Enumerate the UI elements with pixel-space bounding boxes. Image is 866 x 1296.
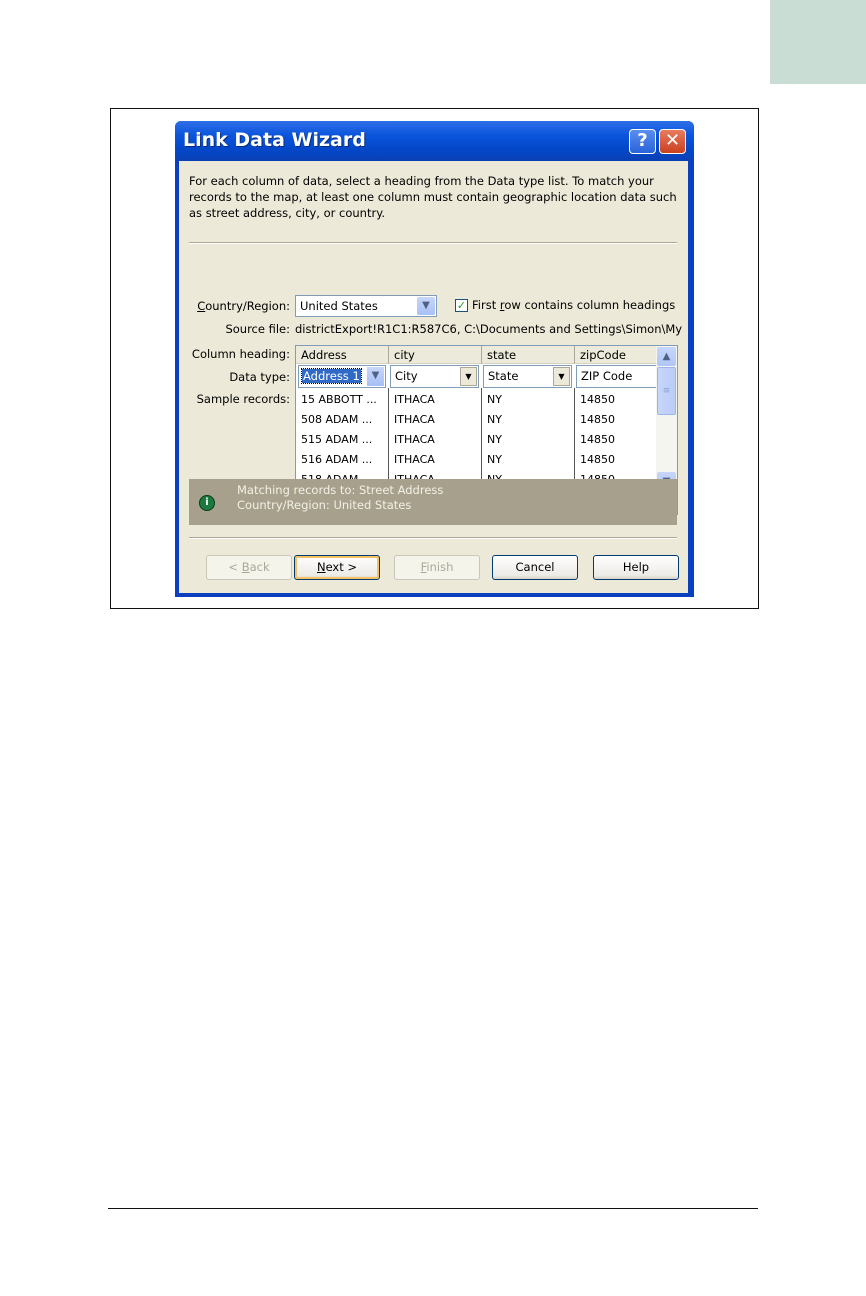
page-corner-tab <box>770 0 866 84</box>
question-icon: ? <box>637 130 648 151</box>
chevron-down-icon[interactable]: ▼ <box>367 367 384 386</box>
back-button[interactable]: < Back <box>206 555 292 580</box>
country-region-select[interactable]: United States ▼ <box>295 295 437 317</box>
match-status-bar: i Matching records to: Street Address Co… <box>189 479 677 525</box>
column-heading-address[interactable]: Address <box>296 346 389 364</box>
sample-cell: NY <box>487 433 502 446</box>
vertical-scroll-thumb[interactable]: ≡ <box>657 367 676 415</box>
footer-rule <box>108 1208 758 1209</box>
country-region-value: United States <box>300 299 378 313</box>
sample-cell: 508 ADAM ... <box>301 413 373 426</box>
help-button[interactable]: Help <box>593 555 679 580</box>
sample-cell: 515 ADAM ... <box>301 433 373 446</box>
sample-cell: ITHACA <box>394 433 435 446</box>
sample-cell: NY <box>487 413 502 426</box>
title-bar[interactable]: Link Data Wizard ? ✕ <box>175 121 694 161</box>
sample-cell: 14850 <box>580 453 615 466</box>
close-button[interactable]: ✕ <box>659 129 686 154</box>
match-status-line: Matching records to: Street Address <box>237 483 444 497</box>
country-region-label: Country/Region: <box>197 299 290 313</box>
column-heading-city[interactable]: city <box>389 346 482 364</box>
vertical-scrollbar[interactable]: ▲ ≡ ▼ <box>656 346 677 493</box>
data-type-value: State <box>488 369 519 383</box>
top-separator <box>189 242 677 244</box>
sample-cell: ITHACA <box>394 413 435 426</box>
column-heading-label: Column heading: <box>191 347 290 361</box>
chevron-down-icon[interactable]: ▼ <box>417 297 435 315</box>
sample-cell: 14850 <box>580 413 615 426</box>
sample-records-label: Sample records: <box>196 392 290 406</box>
sample-cell: 14850 <box>580 433 615 446</box>
source-file-label: Source file: <box>225 322 290 336</box>
sample-cell: 15 ABBOTT ... <box>301 393 377 406</box>
data-type-select-zipcode[interactable]: ZIP Code <box>576 365 658 388</box>
source-file-value: districtExport!R1C1:R587C6, C:\Documents… <box>295 322 683 336</box>
sample-cell: 516 ADAM ... <box>301 453 373 466</box>
dropdown-arrow-icon[interactable]: ▼ <box>553 367 570 386</box>
sample-cell: 14850 <box>580 393 615 406</box>
finish-button[interactable]: Finish <box>394 555 480 580</box>
scroll-up-button[interactable]: ▲ <box>657 347 676 366</box>
data-type-select-state[interactable]: State ▼ <box>483 365 572 388</box>
dialog-title: Link Data Wizard <box>183 129 366 151</box>
data-type-value: Address 1 <box>301 368 362 384</box>
next-button[interactable]: Next > <box>294 555 380 580</box>
country-status-line: Country/Region: United States <box>237 498 412 512</box>
link-data-wizard-dialog: Link Data Wizard ? ✕ For each column of … <box>175 121 694 597</box>
sample-cell: ITHACA <box>394 393 435 406</box>
dropdown-arrow-icon[interactable]: ▼ <box>460 367 477 386</box>
bottom-separator <box>189 537 677 539</box>
chevron-up-icon: ▲ <box>662 351 671 362</box>
intro-text: For each column of data, select a headin… <box>189 174 677 220</box>
first-row-headings-label[interactable]: First row contains column headings <box>472 298 675 312</box>
info-icon: i <box>199 495 215 511</box>
first-row-headings-checkbox[interactable]: ✓ <box>455 299 468 312</box>
cancel-button[interactable]: Cancel <box>492 555 578 580</box>
close-icon: ✕ <box>664 130 681 151</box>
data-type-label: Data type: <box>229 370 290 384</box>
data-type-value: City <box>395 369 418 383</box>
data-type-select-address[interactable]: Address 1 ▼ <box>298 365 386 388</box>
checkmark-icon: ✓ <box>456 299 467 312</box>
sample-cell: ITHACA <box>394 453 435 466</box>
sample-cell: NY <box>487 453 502 466</box>
sample-cell: NY <box>487 393 502 406</box>
help-title-button[interactable]: ? <box>629 129 656 154</box>
column-heading-zipcode[interactable]: zipCode <box>575 346 657 364</box>
data-type-select-city[interactable]: City ▼ <box>390 365 479 388</box>
dialog-body: For each column of data, select a headin… <box>179 161 688 593</box>
data-type-value: ZIP Code <box>581 369 633 383</box>
column-heading-state[interactable]: state <box>482 346 575 364</box>
